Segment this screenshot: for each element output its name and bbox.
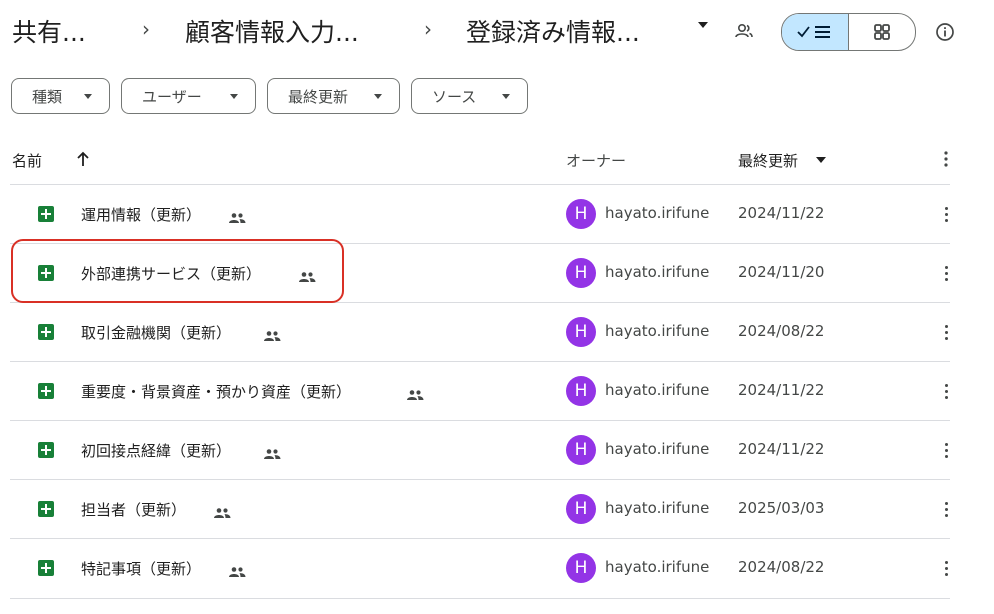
- owner-name: hayato.irifune: [605, 440, 710, 458]
- annotation-highlight: [11, 239, 344, 303]
- avatar: H: [566, 435, 596, 465]
- modified-date: 2024/08/22: [738, 322, 825, 340]
- google-sheets-icon: [38, 324, 54, 340]
- shared-people-icon: [263, 326, 281, 345]
- breadcrumb-separator: ›: [424, 17, 432, 41]
- avatar: H: [566, 258, 596, 288]
- avatar: H: [566, 376, 596, 406]
- modified-date: 2024/11/20: [738, 263, 825, 281]
- owner-name: hayato.irifune: [605, 381, 710, 399]
- avatar: H: [566, 317, 596, 347]
- list-divider: [10, 598, 950, 599]
- modified-date: 2025/03/03: [738, 499, 825, 517]
- more-vert-icon[interactable]: [940, 558, 952, 578]
- modified-date: 2024/11/22: [738, 440, 825, 458]
- filter-source-label: ソース: [432, 87, 477, 106]
- shared-people-icon: [263, 444, 281, 463]
- google-sheets-icon: [38, 442, 54, 458]
- shared-people-icon: [406, 385, 424, 404]
- breadcrumb-shared[interactable]: 共有...: [12, 13, 86, 49]
- filter-modified-chip[interactable]: 最終更新: [267, 78, 400, 114]
- file-name: 初回接点経緯（更新）: [81, 442, 232, 460]
- breadcrumb-customer-input[interactable]: 顧客情報入力...: [185, 13, 359, 49]
- filter-source-chip[interactable]: ソース: [411, 78, 528, 114]
- chevron-down-icon: [502, 94, 510, 99]
- filter-user-chip[interactable]: ユーザー: [121, 78, 256, 114]
- file-row[interactable]: 特記事項（更新） H hayato.irifune 2024/08/22: [10, 538, 950, 598]
- column-header-owner[interactable]: オーナー: [566, 150, 626, 171]
- sort-ascending-icon[interactable]: [75, 150, 91, 168]
- breadcrumb-dropdown-icon[interactable]: [698, 22, 708, 28]
- owner-name: hayato.irifune: [605, 263, 710, 281]
- more-vert-icon[interactable]: [940, 263, 952, 283]
- top-bar: 共有... › 顧客情報入力... › 登録済み情報...: [0, 0, 994, 66]
- file-name: 取引金融機関（更新）: [81, 324, 232, 342]
- avatar: H: [566, 553, 596, 583]
- view-toggle: [781, 13, 916, 51]
- breadcrumb-registered-info[interactable]: 登録済み情報...: [466, 13, 640, 49]
- filter-type-label: 種類: [32, 87, 63, 106]
- file-row[interactable]: 取引金融機関（更新） H hayato.irifune 2024/08/22: [10, 302, 950, 362]
- manage-access-icon[interactable]: [733, 20, 755, 42]
- modified-date: 2024/11/22: [738, 204, 825, 222]
- chevron-down-icon: [230, 94, 238, 99]
- google-sheets-icon: [38, 560, 54, 576]
- grid-view-button[interactable]: [849, 14, 915, 50]
- chevron-down-icon: [374, 94, 382, 99]
- info-icon[interactable]: [934, 21, 956, 43]
- avatar: H: [566, 494, 596, 524]
- owner-name: hayato.irifune: [605, 499, 710, 517]
- shared-people-icon: [213, 503, 231, 522]
- file-row[interactable]: 初回接点経緯（更新） H hayato.irifune 2024/11/22: [10, 420, 950, 480]
- list-view-icon: [797, 26, 830, 38]
- list-view-button[interactable]: [782, 14, 849, 50]
- file-name: 運用情報（更新）: [81, 206, 202, 224]
- column-header-modified[interactable]: 最終更新: [738, 150, 798, 171]
- modified-date: 2024/08/22: [738, 558, 825, 576]
- file-name: 特記事項（更新）: [81, 560, 202, 578]
- shared-people-icon: [228, 208, 246, 227]
- file-name: 重要度・背景資産・預かり資産（更新）: [81, 383, 352, 401]
- more-vert-icon[interactable]: [940, 149, 952, 169]
- filter-modified-label: 最終更新: [288, 87, 349, 106]
- breadcrumb-separator: ›: [142, 17, 150, 41]
- grid-view-icon: [874, 24, 890, 40]
- shared-people-icon: [228, 562, 246, 581]
- file-row[interactable]: 運用情報（更新） H hayato.irifune 2024/11/22: [10, 184, 950, 244]
- modified-date: 2024/11/22: [738, 381, 825, 399]
- filter-user-label: ユーザー: [142, 87, 202, 106]
- google-sheets-icon: [38, 501, 54, 517]
- owner-name: hayato.irifune: [605, 204, 710, 222]
- owner-name: hayato.irifune: [605, 558, 710, 576]
- column-header-name[interactable]: 名前: [12, 150, 42, 171]
- chevron-down-icon: [84, 94, 92, 99]
- sort-dropdown-icon[interactable]: [816, 157, 826, 163]
- avatar: H: [566, 199, 596, 229]
- more-vert-icon[interactable]: [940, 499, 952, 519]
- more-vert-icon[interactable]: [940, 322, 952, 342]
- more-vert-icon[interactable]: [940, 204, 952, 224]
- more-vert-icon[interactable]: [940, 440, 952, 460]
- owner-name: hayato.irifune: [605, 322, 710, 340]
- google-sheets-icon: [38, 383, 54, 399]
- file-row[interactable]: 担当者（更新） H hayato.irifune 2025/03/03: [10, 479, 950, 539]
- filter-type-chip[interactable]: 種類: [11, 78, 110, 114]
- more-vert-icon[interactable]: [940, 381, 952, 401]
- file-row[interactable]: 重要度・背景資産・預かり資産（更新） H hayato.irifune 2024…: [10, 361, 950, 421]
- google-sheets-icon: [38, 206, 54, 222]
- file-name: 担当者（更新）: [81, 501, 187, 519]
